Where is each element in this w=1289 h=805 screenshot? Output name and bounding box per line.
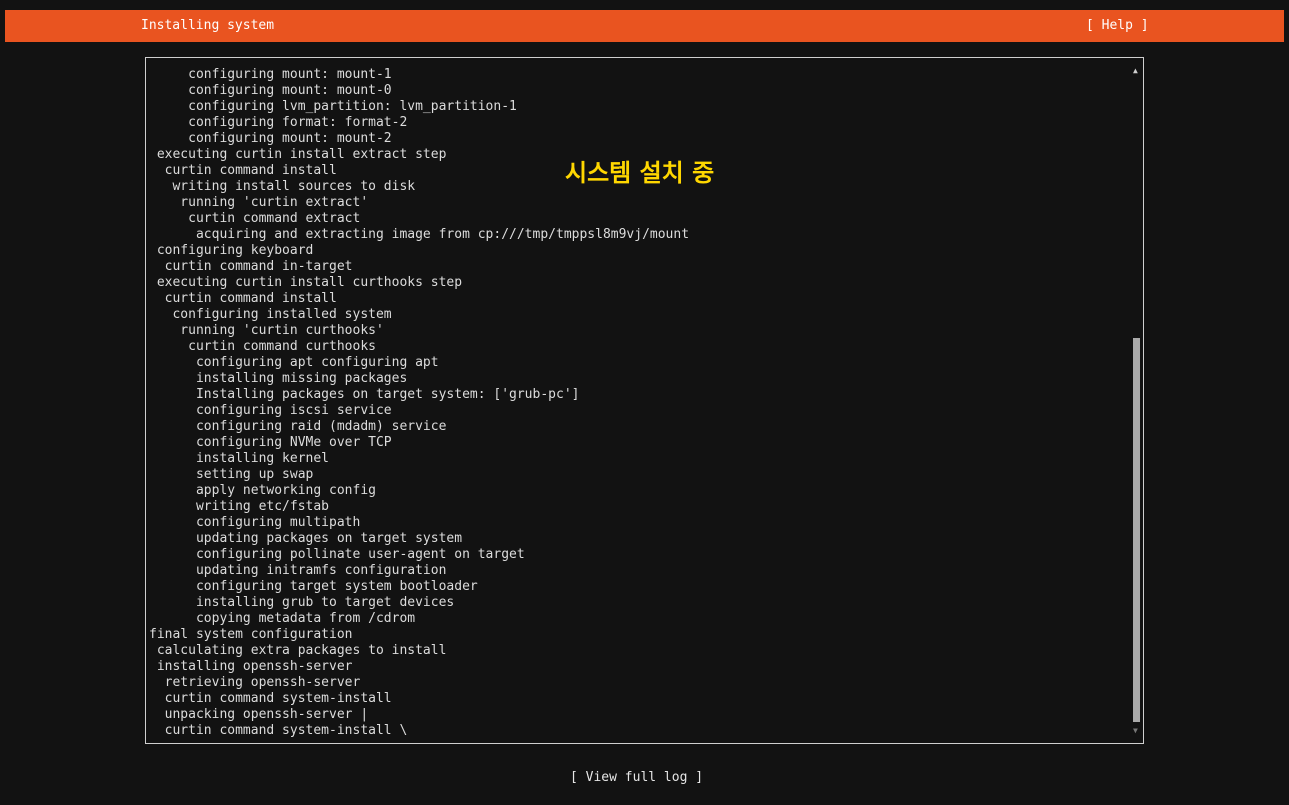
scroll-down-arrow-icon[interactable]: ▼ <box>1133 726 1138 736</box>
log-line: unpacking openssh-server | <box>149 707 369 722</box>
log-line: executing curtin install curthooks step <box>149 275 463 290</box>
log-line: acquiring and extracting image from cp:/… <box>149 227 690 242</box>
log-line: apply networking config <box>149 483 376 498</box>
log-line: installing grub to target devices <box>149 595 455 610</box>
log-line: configuring installed system <box>149 307 392 322</box>
log-line: Installing packages on target system: ['… <box>149 387 580 402</box>
log-line: configuring keyboard <box>149 243 314 258</box>
log-line: setting up swap <box>149 467 314 482</box>
log-line: curtin command extract <box>149 211 361 226</box>
log-line: curtin command in-target <box>149 259 353 274</box>
log-line: curtin command install <box>149 291 337 306</box>
log-line: configuring mount: mount-0 <box>149 83 392 98</box>
log-line: installing missing packages <box>149 371 408 386</box>
scrollbar-thumb[interactable] <box>1133 338 1140 722</box>
log-line: writing etc/fstab <box>149 499 330 514</box>
log-scrollbar[interactable]: ▲ ▼ <box>1132 66 1142 738</box>
log-line: configuring target system bootloader <box>149 579 478 594</box>
log-line: curtin command system-install <box>149 691 392 706</box>
log-line: retrieving openssh-server <box>149 675 361 690</box>
overlay-caption: 시스템 설치 중 <box>565 159 715 187</box>
log-line: updating initramfs configuration <box>149 563 447 578</box>
log-line: configuring raid (mdadm) service <box>149 419 447 434</box>
log-line: installing kernel <box>149 451 330 466</box>
title-bar: Installing system [ Help ] <box>5 10 1284 42</box>
scroll-up-arrow-icon[interactable]: ▲ <box>1133 66 1138 76</box>
log-line: running 'curtin curthooks' <box>149 323 384 338</box>
log-line: final system configuration <box>149 627 353 642</box>
log-line: running 'curtin extract' <box>149 195 369 210</box>
log-line: configuring format: format-2 <box>149 115 408 130</box>
log-line: configuring multipath <box>149 515 361 530</box>
log-line: installing openssh-server <box>149 659 353 674</box>
log-line: configuring NVMe over TCP <box>149 435 392 450</box>
view-full-log-button[interactable]: [ View full log ] <box>570 770 703 786</box>
log-line: configuring iscsi service <box>149 403 392 418</box>
help-button[interactable]: [ Help ] <box>1086 18 1149 34</box>
window-title: Installing system <box>141 18 275 33</box>
log-line: updating packages on target system <box>149 531 463 546</box>
log-line: configuring lvm_partition: lvm_partition… <box>149 99 517 114</box>
log-line: configuring pollinate user-agent on targ… <box>149 547 525 562</box>
log-line: calculating extra packages to install <box>149 643 447 658</box>
log-line: configuring mount: mount-1 <box>149 67 392 82</box>
log-line: configuring apt configuring apt <box>149 355 439 370</box>
log-line: curtin command system-install \ <box>149 723 408 738</box>
log-line: copying metadata from /cdrom <box>149 611 416 626</box>
log-line: curtin command curthooks <box>149 339 376 354</box>
log-line: configuring mount: mount-2 <box>149 131 392 146</box>
